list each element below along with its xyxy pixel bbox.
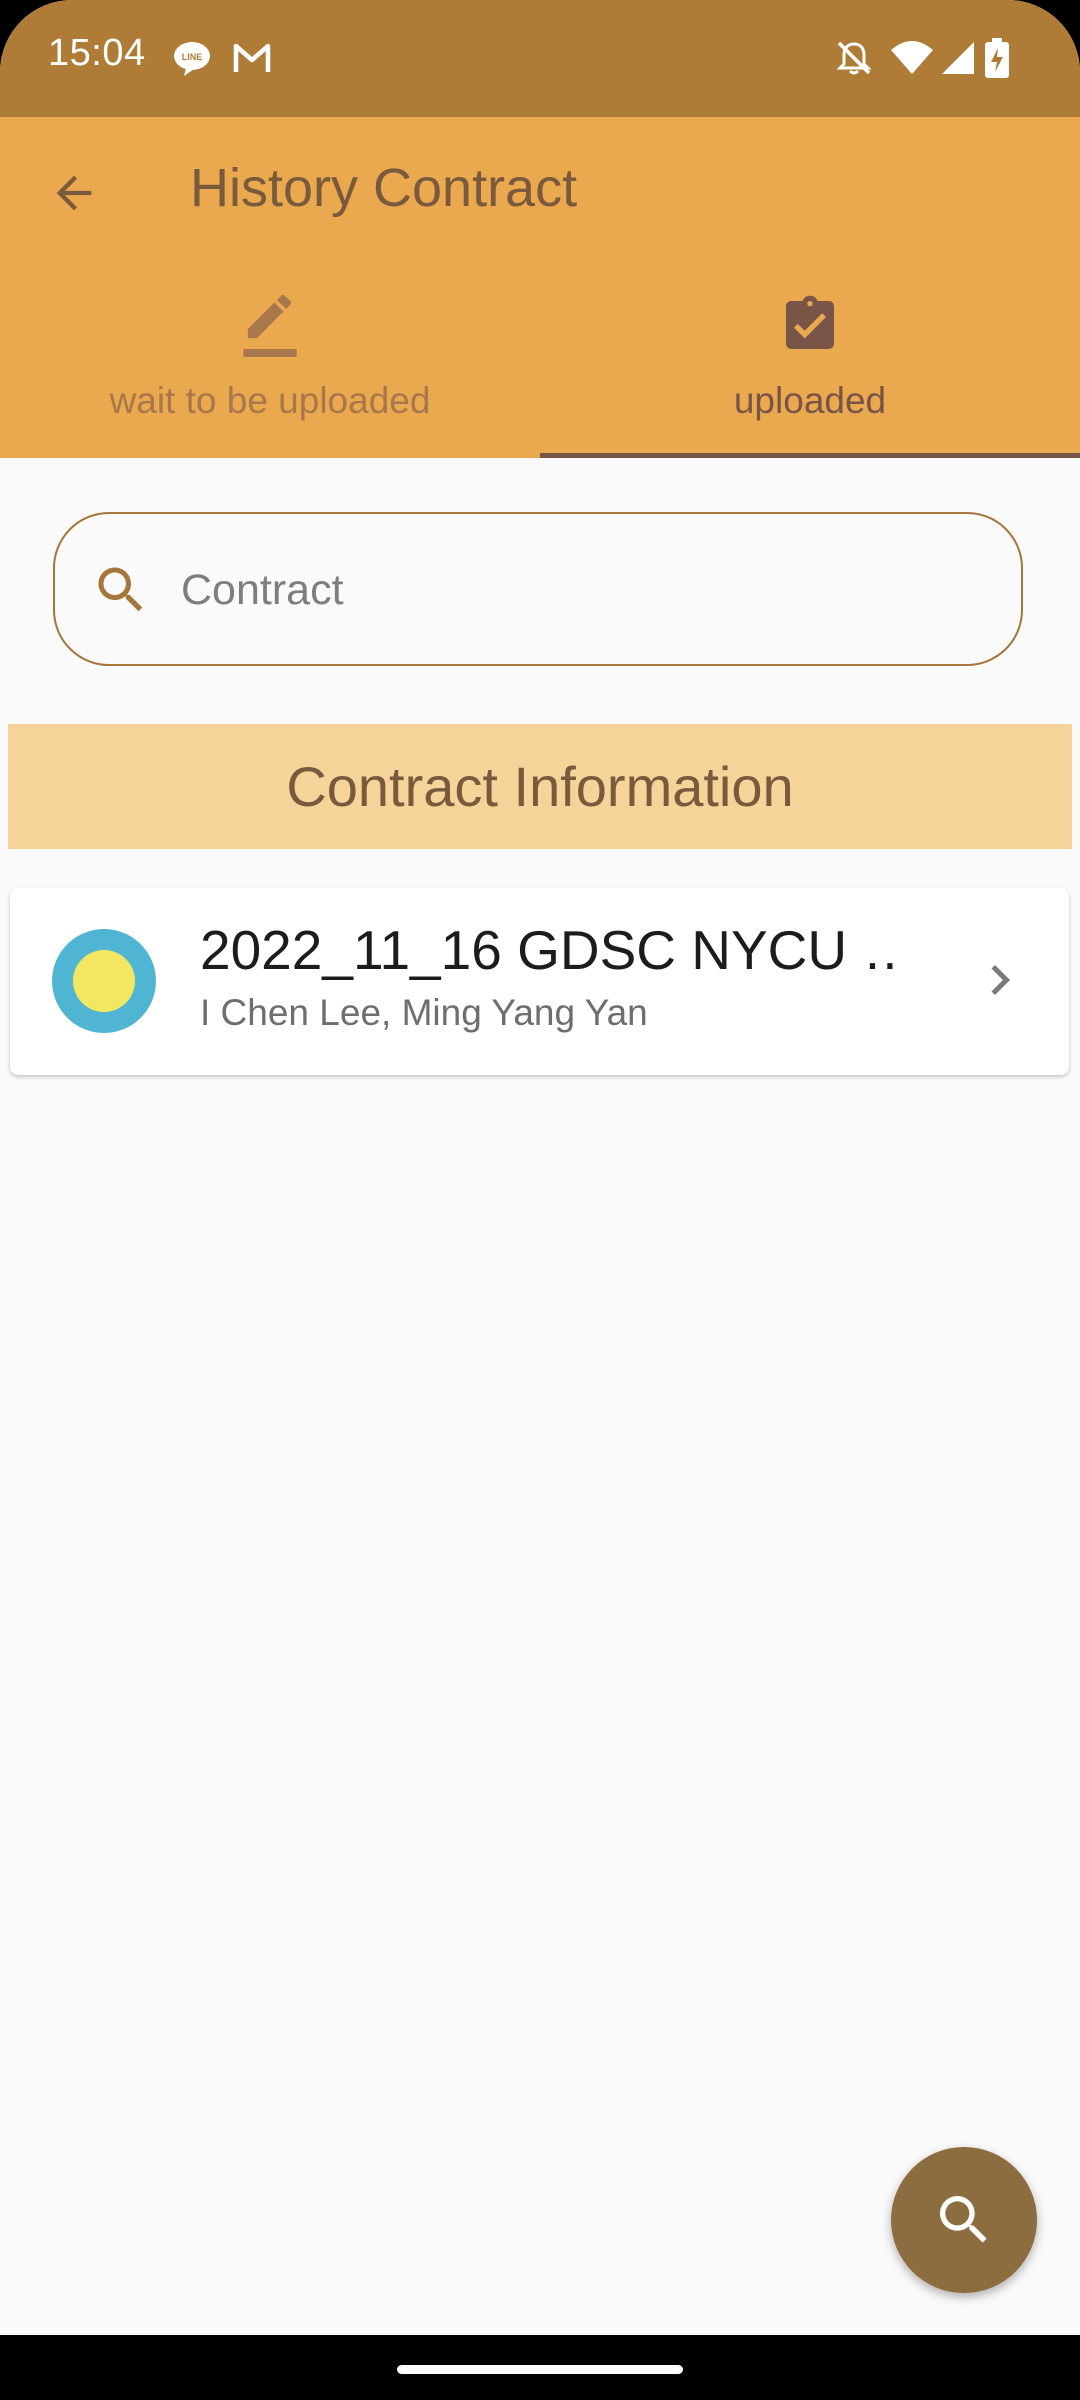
status-bar: 15:04 LINE (0, 0, 1080, 117)
tab-label: wait to be uploaded (109, 380, 431, 421)
navigation-bar (0, 2335, 1080, 2400)
back-button[interactable] (34, 153, 114, 233)
page-title: History Contract (190, 158, 578, 218)
search-icon (940, 2196, 987, 2243)
status-time: 15:04 (48, 32, 146, 74)
section-header: Contract Information (8, 724, 1072, 849)
app-bar: History Contract wait to be uploaded upl… (0, 117, 1080, 458)
chevron-right-icon (991, 965, 1010, 995)
avatar-inner (73, 950, 135, 1012)
signal-icon (942, 42, 974, 74)
search-field[interactable] (53, 512, 1023, 666)
wifi-icon (891, 41, 933, 74)
edit-icon (243, 294, 297, 357)
home-indicator[interactable] (397, 2365, 683, 2374)
contract-subtitle: I Chen Lee, Ming Yang Yan (200, 992, 648, 1033)
line-icon: LINE (174, 42, 210, 76)
tab-uploaded[interactable]: uploaded (540, 275, 1080, 458)
search-icon (98, 567, 143, 612)
tab-wait-to-be-uploaded[interactable]: wait to be uploaded (0, 275, 540, 458)
battery-charging-icon (985, 38, 1009, 78)
contract-title: 2022_11_16 GDSC NYCU … (200, 919, 900, 981)
gmail-icon (233, 43, 271, 72)
avatar (52, 929, 156, 1033)
search-input[interactable] (179, 544, 983, 636)
svg-text:LINE: LINE (182, 52, 203, 62)
contract-list-item[interactable]: 2022_11_16 GDSC NYCU … I Chen Lee, Ming … (10, 888, 1069, 1075)
bell-off-icon (836, 41, 872, 75)
assignment-turned-in-icon (786, 295, 834, 349)
arrow-back-icon (56, 175, 92, 211)
search-fab[interactable] (891, 2147, 1037, 2293)
screen: 15:04 LINE History Contract wait to be u… (0, 0, 1080, 2400)
tab-label: uploaded (733, 380, 887, 421)
tab-indicator (540, 453, 1080, 458)
